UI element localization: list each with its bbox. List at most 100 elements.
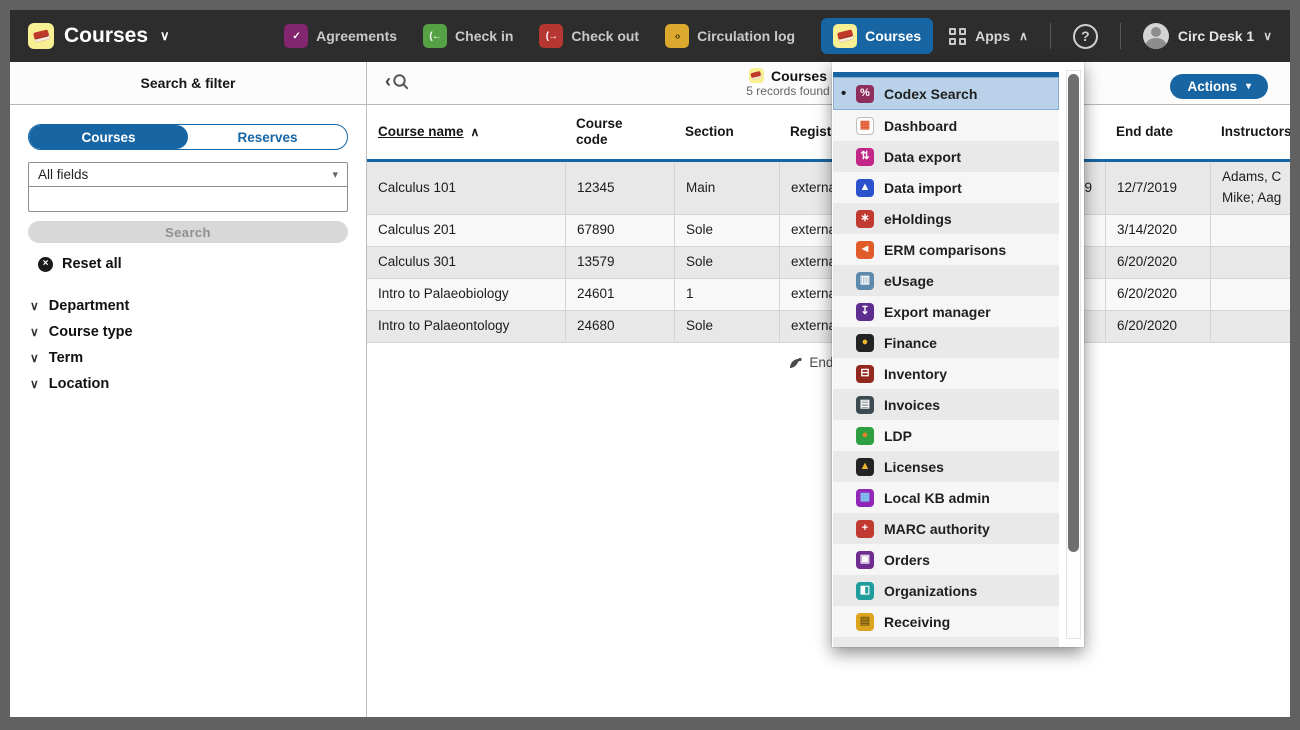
nav-item-agreements[interactable]: ✓Agreements [284, 24, 397, 48]
cell-end: 6/20/2020 [1105, 247, 1210, 278]
cell-name: Calculus 201 [367, 215, 565, 246]
reset-x-icon: × [38, 257, 53, 272]
cell-end: 12/7/2019 [1105, 162, 1210, 214]
cell-code: 13579 [565, 247, 674, 278]
apps-menu-item-label: Orders [884, 552, 930, 568]
filter-department[interactable]: ∨Department [28, 296, 131, 316]
column-header-section[interactable]: Section [674, 105, 779, 159]
help-icon: ? [1081, 28, 1090, 44]
table-row[interactable]: Intro to Palaeobiology246011external6/20… [367, 279, 1290, 311]
courses-app-icon [28, 23, 54, 49]
cell-line: Intro to Palaeobiology [378, 284, 509, 305]
actions-button[interactable]: Actions ▾ [1170, 74, 1268, 99]
filter-label: Location [49, 376, 109, 392]
tab-courses[interactable]: Courses [29, 125, 188, 149]
nav-item-check-out[interactable]: (→Check out [539, 24, 639, 48]
column-header-label: Course name [378, 124, 464, 140]
apps-menu-item-eholdings[interactable]: ∗eHoldings [833, 203, 1059, 234]
marc-authority-icon: + [856, 520, 874, 538]
cell-code: 12345 [565, 162, 674, 214]
user-menu[interactable]: Circ Desk 1 ∨ [1143, 23, 1272, 49]
cell-line: 1 [686, 284, 694, 305]
apps-menu-trigger[interactable]: Apps ∧ [949, 28, 1028, 45]
apps-menu-item-invoices[interactable]: ▤Invoices [833, 389, 1059, 420]
apps-menu-item-licenses[interactable]: ▲Licenses [833, 451, 1059, 482]
apps-menu-item-label: Organizations [884, 583, 977, 599]
search-button[interactable]: Search [28, 221, 348, 243]
apps-menu-item-data-export[interactable]: ⇅Data export [833, 141, 1059, 172]
reset-all-button[interactable]: × Reset all [28, 256, 122, 272]
cell-line: 24601 [577, 284, 615, 305]
search-field-value: All fields [38, 167, 88, 182]
cell-instructor [1210, 247, 1290, 278]
apps-menu-item-export-manager[interactable]: ↧Export manager [833, 296, 1059, 327]
column-header-label: Section [685, 124, 734, 140]
filter-location[interactable]: ∨Location [28, 374, 111, 394]
table-row[interactable]: Calculus 20167890Soleexternal3/14/2020 [367, 215, 1290, 247]
table-row[interactable]: Intro to Palaeontology24680Soleexternal6… [367, 311, 1290, 343]
apps-menu-item-organizations[interactable]: ◧ Organizations [833, 575, 1059, 606]
caret-down-icon: ▾ [1246, 81, 1251, 92]
cell-end: 3/14/2020 [1105, 215, 1210, 246]
apps-menu-item-finance[interactable]: ●Finance [833, 327, 1059, 358]
apps-menu-item-dashboard[interactable]: ▦Dashboard [833, 110, 1059, 141]
filter-label: Term [49, 350, 83, 366]
organizations-icon: ◧ [856, 582, 874, 600]
nav-item-label: Agreements [316, 28, 397, 44]
apps-menu-item-local-kb-admin[interactable]: ▦Local KB admin [833, 482, 1059, 513]
tab-reserves[interactable]: Reserves [188, 125, 347, 149]
column-header-end-date[interactable]: End date [1105, 105, 1210, 159]
apps-menu-item-ldp[interactable]: ●LDP [833, 420, 1059, 451]
filter-course-type[interactable]: ∨Course type [28, 322, 135, 342]
apps-menu-item-eusage[interactable]: ▥eUsage [833, 265, 1059, 296]
filter-list: ∨Department ∨Course type ∨Term ∨Location [28, 296, 348, 394]
cell-code: 24601 [565, 279, 674, 310]
inventory-icon: ⊟ [856, 365, 874, 383]
table-row[interactable]: Calculus 30113579Soleexternal6/20/2020 [367, 247, 1290, 279]
chevron-up-icon: ∧ [1019, 29, 1028, 43]
apps-menu-item-label: Inventory [884, 366, 947, 382]
sidebar-pane-title: Search & filter [141, 75, 236, 91]
courses-app-icon [749, 68, 764, 83]
collapse-search-pane-button[interactable]: ‹ [385, 71, 409, 92]
nav-item-check-in[interactable]: (←Check in [423, 24, 513, 48]
collapse-left-icon: ‹ [385, 71, 391, 92]
apps-menu-item-codex-search[interactable]: •%Codex Search [833, 77, 1059, 110]
help-button[interactable]: ? [1073, 24, 1098, 49]
apps-menu-scrollbar[interactable] [1066, 70, 1081, 639]
apps-menu-item-orders[interactable]: ▣Orders [833, 544, 1059, 575]
data-import-icon: ▲ [856, 179, 874, 197]
search-field-select[interactable]: All fields ▾ [28, 162, 348, 187]
nav-item-courses[interactable]: Courses [821, 18, 933, 54]
cell-line: Sole [686, 252, 713, 273]
search-input[interactable] [28, 187, 348, 212]
apps-menu-item-label: Data import [884, 180, 962, 196]
apps-menu-item-partial [833, 637, 1059, 647]
column-header-course-code[interactable]: Course code [565, 105, 674, 159]
app-title: Courses [64, 24, 148, 48]
apps-menu-item-data-import[interactable]: ▲ Data import [833, 172, 1059, 203]
ldp-icon: ● [856, 427, 874, 445]
apps-menu-item-inventory[interactable]: ⊟ Inventory [833, 358, 1059, 389]
apps-menu-item-marc-authority[interactable]: +MARC authority [833, 513, 1059, 544]
apps-menu-item-label: Data export [884, 149, 961, 165]
cell-code: 67890 [565, 215, 674, 246]
cell-line: Calculus 101 [378, 178, 456, 199]
cell-line: 67890 [577, 220, 615, 241]
apps-menu-item-label: eHoldings [884, 211, 952, 227]
apps-menu-item-receiving[interactable]: ▤Receiving [833, 606, 1059, 637]
local-kb-admin-icon: ▦ [856, 489, 874, 507]
cell-section: 1 [674, 279, 779, 310]
apps-menu-item-label: Dashboard [884, 118, 957, 134]
cell-instructor [1210, 279, 1290, 310]
filter-term[interactable]: ∨Term [28, 348, 85, 368]
check-out-icon: (→ [539, 24, 563, 48]
apps-menu-item-label: Invoices [884, 397, 940, 413]
table-row[interactable]: Calculus 10112345Mainexternal912/7/2019A… [367, 162, 1290, 215]
column-header-course-name[interactable]: Course name∧ [367, 105, 565, 159]
scrollbar-thumb[interactable] [1068, 74, 1079, 552]
app-brand[interactable]: Courses ∨ [10, 23, 170, 49]
apps-menu-item-erm-comparisons[interactable]: ◄ERM comparisons [833, 234, 1059, 265]
column-header-instructors[interactable]: Instructors [1210, 105, 1290, 159]
nav-item-circulation-log[interactable]: ‹›Circulation log [665, 24, 795, 48]
